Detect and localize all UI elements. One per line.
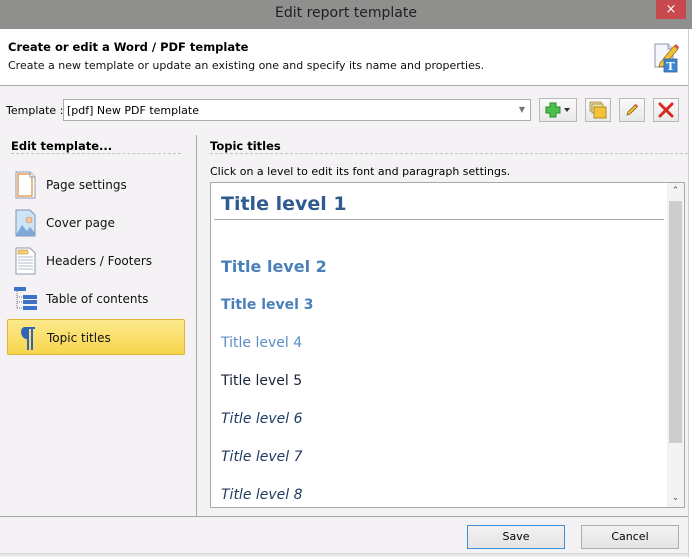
- svg-text:T: T: [666, 60, 675, 73]
- sidebar-item-headers-footers[interactable]: Headers / Footers: [7, 243, 185, 279]
- title-level-7[interactable]: Title level 7: [221, 449, 303, 465]
- template-label: Template :: [6, 104, 64, 117]
- header-footer-icon: [15, 247, 36, 275]
- title-level-2[interactable]: Title level 2: [221, 257, 327, 276]
- dialog-footer: Save Cancel: [0, 516, 688, 557]
- scrollbar-thumb[interactable]: [669, 201, 682, 443]
- sidebar-item-page-settings[interactable]: Page settings: [7, 167, 185, 203]
- sidebar-item-label: Table of contents: [46, 292, 149, 306]
- window-title: Edit report template: [275, 5, 417, 21]
- chevron-down-icon: ▼: [518, 105, 525, 114]
- title-level-1[interactable]: Title level 1: [221, 193, 347, 215]
- plus-dropdown-icon: [545, 102, 570, 118]
- topic-titles-panel: Topic titles Click on a level to edit it…: [198, 135, 688, 516]
- sidebar-item-cover-page[interactable]: Cover page: [7, 205, 185, 241]
- divider: [11, 153, 181, 154]
- template-select-value: [pdf] New PDF template: [67, 104, 199, 117]
- divider: [210, 153, 688, 154]
- folder-icon: [589, 101, 607, 119]
- sidebar-item-table-of-contents[interactable]: Table of contents: [7, 281, 185, 317]
- add-template-button[interactable]: [539, 98, 577, 122]
- template-select[interactable]: [pdf] New PDF template ▼: [63, 99, 531, 121]
- open-template-button[interactable]: [585, 98, 611, 122]
- dialog-header: Create or edit a Word / PDF template Cre…: [0, 29, 688, 86]
- sidebar: Edit template... Page settings Cover pag…: [0, 135, 197, 516]
- title-level-6[interactable]: Title level 6: [221, 411, 303, 427]
- close-icon: ×: [665, 2, 677, 17]
- sidebar-item-label: Headers / Footers: [46, 254, 153, 268]
- rename-template-button[interactable]: [619, 98, 645, 122]
- edit-template-icon: T: [654, 43, 679, 73]
- panel-heading: Topic titles: [210, 139, 281, 153]
- page-icon: [15, 171, 36, 199]
- sidebar-item-label: Page settings: [46, 178, 127, 192]
- title-level-1-underline: [214, 219, 664, 220]
- scroll-up-icon[interactable]: ⌃: [667, 183, 684, 200]
- scroll-down-icon[interactable]: ⌄: [667, 490, 684, 507]
- title-level-4[interactable]: Title level 4: [221, 335, 302, 351]
- sidebar-item-label: Topic titles: [47, 331, 111, 345]
- title-level-8[interactable]: Title level 8: [221, 487, 303, 503]
- header-title: Create or edit a Word / PDF template: [8, 40, 249, 54]
- pilcrow-icon: [21, 327, 35, 350]
- save-button[interactable]: Save: [467, 525, 565, 549]
- title-level-5[interactable]: Title level 5: [221, 373, 302, 389]
- sidebar-item-topic-titles[interactable]: Topic titles: [7, 319, 185, 355]
- window-edge: [688, 29, 692, 557]
- title-levels-preview: Title level 1 Title level 2 Title level …: [210, 182, 685, 508]
- delete-template-button[interactable]: [653, 98, 679, 122]
- header-subtitle: Create a new template or update an exist…: [8, 59, 485, 72]
- sidebar-item-label: Cover page: [46, 216, 115, 230]
- sidebar-heading: Edit template...: [11, 139, 113, 153]
- panel-description: Click on a level to edit its font and pa…: [210, 165, 511, 178]
- cancel-button[interactable]: Cancel: [581, 525, 679, 549]
- pencil-icon: [626, 104, 638, 116]
- close-button[interactable]: ×: [656, 0, 686, 19]
- image-page-icon: [15, 209, 36, 237]
- template-row: Template : [pdf] New PDF template ▼: [0, 98, 688, 122]
- vertical-scrollbar[interactable]: ⌃ ⌄: [667, 183, 684, 507]
- title-level-3[interactable]: Title level 3: [221, 297, 314, 313]
- window-shadow: [0, 553, 688, 557]
- title-bar: Edit report template ×: [0, 0, 692, 29]
- toc-tree-icon: [14, 287, 37, 310]
- red-x-icon: [658, 102, 674, 118]
